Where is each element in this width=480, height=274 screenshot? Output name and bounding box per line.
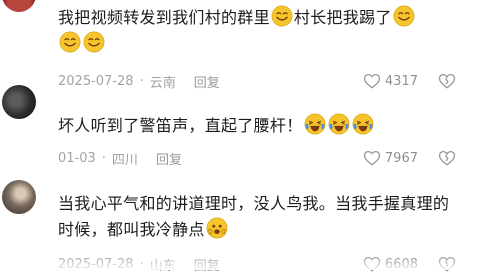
- avatar[interactable]: [2, 0, 36, 12]
- broken-heart-icon: [438, 72, 456, 90]
- scared-emoji-icon: [206, 217, 228, 239]
- laugh-cry-emoji-icon: [352, 113, 374, 135]
- like-count: 7967: [384, 150, 418, 166]
- comment-meta: 01-03 · 四川 回复: [58, 148, 182, 168]
- bottom-fade: [0, 256, 480, 270]
- smile-emoji-icon: [393, 5, 415, 27]
- like-count: 4317: [384, 73, 418, 89]
- separator: ·: [139, 73, 144, 89]
- like-button[interactable]: 4317: [363, 71, 418, 91]
- separator: ·: [101, 150, 106, 166]
- comment-location: 四川: [111, 152, 138, 168]
- comment-location: 云南: [149, 75, 176, 91]
- heart-icon: [363, 149, 381, 167]
- comment-text: 我把视频转发到我们村的群里 村长把我踢了: [58, 5, 458, 57]
- smile-emoji-icon: [271, 5, 293, 27]
- comment-text: 坏人听到了警笛声，直起了腰杆！: [58, 113, 458, 139]
- reply-button[interactable]: 回复: [194, 72, 220, 91]
- smile-emoji-icon: [83, 31, 105, 53]
- comment-text: 当我心平气和的讲道理时，没人鸟我。当我手握真理的时候，都叫我冷静点: [58, 194, 450, 239]
- dislike-button[interactable]: [438, 148, 456, 168]
- smile-emoji-icon: [59, 31, 81, 53]
- laugh-cry-emoji-icon: [304, 113, 326, 135]
- laugh-cry-emoji-icon: [328, 113, 350, 135]
- comment-date: 2025-07-28: [58, 73, 134, 89]
- heart-icon: [363, 72, 381, 90]
- broken-heart-icon: [438, 149, 456, 167]
- comment-meta: 2025-07-28 · 云南 回复: [58, 71, 220, 91]
- reply-button[interactable]: 回复: [156, 149, 182, 168]
- like-button[interactable]: 7967: [363, 148, 418, 168]
- dislike-button[interactable]: [438, 71, 456, 91]
- avatar[interactable]: [2, 180, 36, 214]
- avatar[interactable]: [2, 85, 36, 119]
- comment-date: 01-03: [58, 150, 96, 166]
